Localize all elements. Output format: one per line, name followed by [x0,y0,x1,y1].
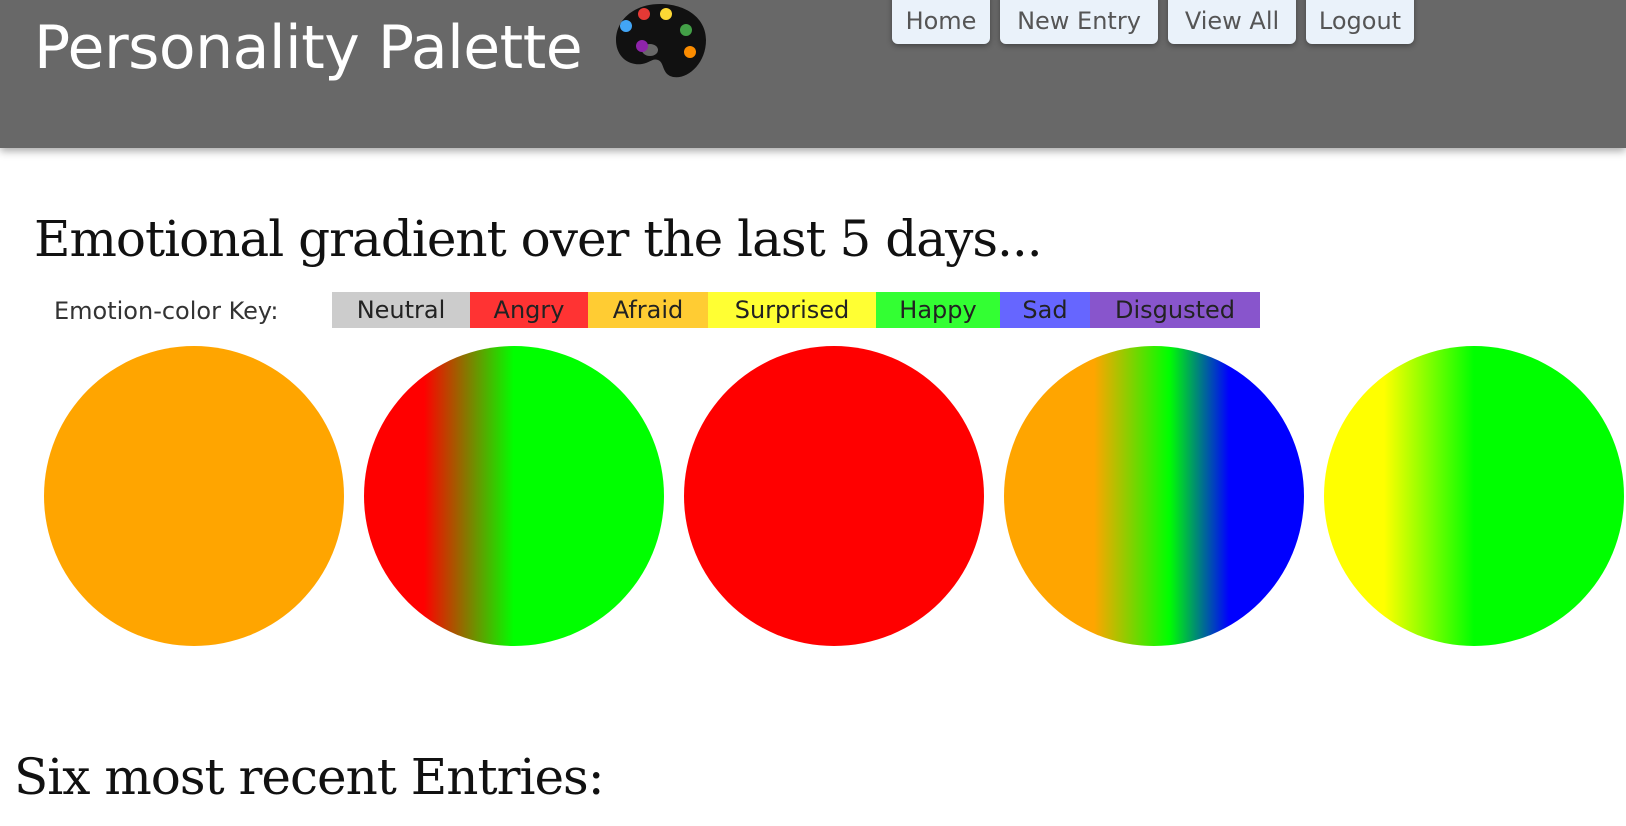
nav-home-button[interactable]: Home [892,0,990,44]
day-gradient-circle-3 [684,346,984,646]
app-title: Personality Palette [34,13,583,83]
key-swatch-disgusted: Disgusted [1090,292,1260,328]
day-gradient-circle-1 [44,346,344,646]
key-swatch-neutral: Neutral [332,292,470,328]
day-gradient-circle-5 [1324,346,1624,646]
artist-palette-icon [616,4,706,78]
gradient-heading: Emotional gradient over the last 5 days.… [34,210,1043,268]
nav-new-entry-button[interactable]: New Entry [1000,0,1158,44]
day-gradient-circle-4 [1004,346,1304,646]
emotion-key-label: Emotion-color Key: [54,297,279,325]
nav-logout-button[interactable]: Logout [1306,0,1414,44]
recent-entries-heading: Six most recent Entries: [14,748,605,806]
key-swatch-afraid: Afraid [588,292,708,328]
day-gradient-circle-2 [364,346,664,646]
key-swatch-sad: Sad [1000,292,1090,328]
app-header: Personality Palette Home New Entry View … [0,0,1626,148]
emotion-color-key: Neutral Angry Afraid Surprised Happy Sad… [332,292,1260,328]
key-swatch-happy: Happy [876,292,1000,328]
key-swatch-surprised: Surprised [708,292,876,328]
key-swatch-angry: Angry [470,292,588,328]
nav-view-all-button[interactable]: View All [1168,0,1296,44]
